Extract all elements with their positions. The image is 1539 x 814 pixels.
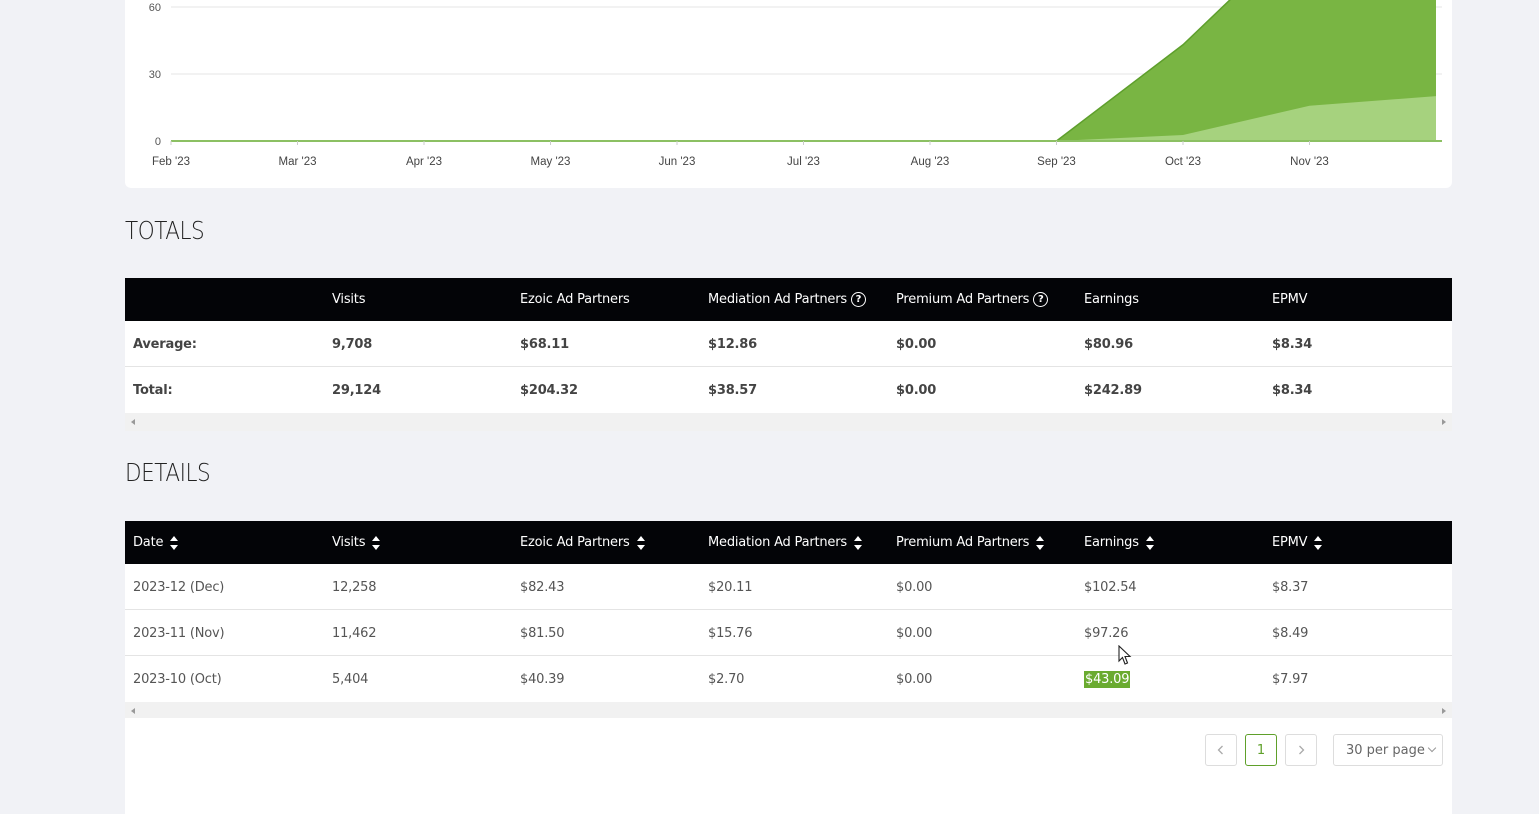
page-1-button[interactable]: 1 xyxy=(1245,734,1277,766)
totals-header-visits: Visits xyxy=(332,292,366,307)
scroll-left-icon[interactable] xyxy=(131,708,135,714)
table-cell: 5,404 xyxy=(332,671,369,687)
sort-icon[interactable] xyxy=(853,534,862,552)
sort-icon[interactable] xyxy=(636,534,645,552)
chevron-right-icon xyxy=(1299,745,1305,755)
sort-ezoic[interactable]: Ezoic Ad Partners xyxy=(520,521,645,564)
table-cell: $204.32 xyxy=(520,382,578,398)
table-cell: $15.76 xyxy=(708,625,753,641)
table-cell: $0.00 xyxy=(896,336,937,352)
table-cell: $80.96 xyxy=(1084,336,1133,352)
sort-icon[interactable] xyxy=(1036,534,1045,552)
sort-date[interactable]: Date xyxy=(133,521,179,564)
table-cell: $8.34 xyxy=(1272,336,1313,352)
table-row: 2023-11 (Nov) 11,462 $81.50 $15.76 $0.00… xyxy=(125,610,1452,656)
x-tick-label: May '23 xyxy=(531,156,571,168)
table-cell: $12.86 xyxy=(708,336,757,352)
totals-table: Visits Ezoic Ad Partners Mediation Ad Pa… xyxy=(125,278,1452,431)
table-cell: 2023-10 (Oct) xyxy=(133,671,222,687)
totals-header-row: Visits Ezoic Ad Partners Mediation Ad Pa… xyxy=(125,278,1452,321)
table-cell: $8.34 xyxy=(1272,382,1313,398)
table-cell: $2.70 xyxy=(708,671,745,687)
table-cell: $7.97 xyxy=(1272,671,1309,687)
table-cell: Total: xyxy=(133,382,173,398)
pagination-bar: 1 30 per page xyxy=(125,718,1452,814)
table-cell: $0.00 xyxy=(896,625,933,641)
area-series-0 xyxy=(171,0,1436,141)
totals-header-epmv: EPMV xyxy=(1272,292,1308,307)
table-cell: $0.00 xyxy=(896,382,937,398)
table-cell: 2023-12 (Dec) xyxy=(133,579,225,595)
table-cell: $20.11 xyxy=(708,579,753,595)
chevron-left-icon xyxy=(1217,745,1223,755)
table-cell: $82.43 xyxy=(520,579,565,595)
sort-icon[interactable] xyxy=(1314,534,1323,552)
y-tick-label: 0 xyxy=(155,136,161,148)
table-cell: 9,708 xyxy=(332,336,373,352)
totals-row-average: Average: 9,708 $68.11 $12.86 $0.00 $80.9… xyxy=(125,321,1452,367)
per-page-label: 30 per page xyxy=(1346,742,1425,758)
table-cell: $242.89 xyxy=(1084,382,1142,398)
sort-epmv[interactable]: EPMV xyxy=(1272,521,1323,564)
x-tick-label: Oct '23 xyxy=(1165,156,1201,168)
totals-horizontal-scrollbar[interactable] xyxy=(125,413,1452,431)
table-cell: $38.57 xyxy=(708,382,757,398)
per-page-select[interactable]: 30 per page xyxy=(1333,734,1443,766)
table-row: 2023-12 (Dec) 12,258 $82.43 $20.11 $0.00… xyxy=(125,564,1452,610)
earnings-chart-card: 0 30 60 Feb '23 Mar '23 Apr '23 May '23 Jun '23… xyxy=(125,0,1452,188)
details-table: Date Visits Ezoic Ad Partners Mediation … xyxy=(125,521,1452,720)
table-cell: $102.54 xyxy=(1084,579,1137,595)
next-page-button[interactable] xyxy=(1285,734,1317,766)
selected-text[interactable]: $43.09 xyxy=(1084,670,1131,688)
x-tick-label: Jul '23 xyxy=(787,156,820,168)
totals-header-ezoic: Ezoic Ad Partners xyxy=(520,292,630,307)
sort-mediation[interactable]: Mediation Ad Partners xyxy=(708,521,862,564)
table-cell: $0.00 xyxy=(896,671,933,687)
scroll-right-icon[interactable] xyxy=(1442,708,1446,714)
table-cell: $68.11 xyxy=(520,336,569,352)
sort-icon[interactable] xyxy=(1145,534,1154,552)
prev-page-button[interactable] xyxy=(1205,734,1237,766)
chevron-down-icon xyxy=(1427,743,1437,753)
x-tick-label: Apr '23 xyxy=(406,156,442,168)
mouse-cursor-icon xyxy=(1118,645,1132,665)
table-cell: $8.49 xyxy=(1272,625,1309,641)
x-tick-label: Mar '23 xyxy=(279,156,317,168)
x-tick-label: Feb '23 xyxy=(152,156,190,168)
x-tick-label: Nov '23 xyxy=(1290,156,1329,168)
scroll-right-icon[interactable] xyxy=(1442,419,1446,425)
sort-earnings[interactable]: Earnings xyxy=(1084,521,1154,564)
details-title: DETAILS xyxy=(125,458,211,487)
earnings-area-chart: 0 30 60 Feb '23 Mar '23 Apr '23 May '23 Jun '23… xyxy=(149,0,1442,168)
table-cell: 11,462 xyxy=(332,625,377,641)
sort-visits[interactable]: Visits xyxy=(332,521,381,564)
sort-premium[interactable]: Premium Ad Partners xyxy=(896,521,1045,564)
table-cell: $81.50 xyxy=(520,625,565,641)
totals-header-earnings: Earnings xyxy=(1084,292,1139,307)
help-icon[interactable]: ? xyxy=(1033,292,1049,307)
table-cell: $0.00 xyxy=(896,579,933,595)
table-cell: $40.39 xyxy=(520,671,565,687)
totals-header-mediation: Mediation Ad Partners? xyxy=(708,278,866,321)
details-header-row: Date Visits Ezoic Ad Partners Mediation … xyxy=(125,521,1452,564)
table-row: 2023-10 (Oct) 5,404 $40.39 $2.70 $0.00 $… xyxy=(125,656,1452,702)
sort-icon[interactable] xyxy=(372,534,381,552)
scroll-left-icon[interactable] xyxy=(131,419,135,425)
table-cell: $8.37 xyxy=(1272,579,1309,595)
totals-header-premium: Premium Ad Partners? xyxy=(896,278,1049,321)
x-tick-label: Aug '23 xyxy=(911,156,950,168)
totals-title: TOTALS xyxy=(125,216,205,245)
x-tick-label: Jun '23 xyxy=(659,156,696,168)
table-cell: Average: xyxy=(133,336,197,352)
totals-row-total: Total: 29,124 $204.32 $38.57 $0.00 $242.… xyxy=(125,367,1452,413)
table-cell: 29,124 xyxy=(332,382,381,398)
x-tick-label: Sep '23 xyxy=(1037,156,1076,168)
y-tick-label: 30 xyxy=(149,69,161,81)
y-tick-label: 60 xyxy=(149,2,161,14)
help-icon[interactable]: ? xyxy=(850,292,866,307)
table-cell: 2023-11 (Nov) xyxy=(133,625,225,641)
sort-icon[interactable] xyxy=(170,534,179,552)
table-cell: 12,258 xyxy=(332,579,377,595)
